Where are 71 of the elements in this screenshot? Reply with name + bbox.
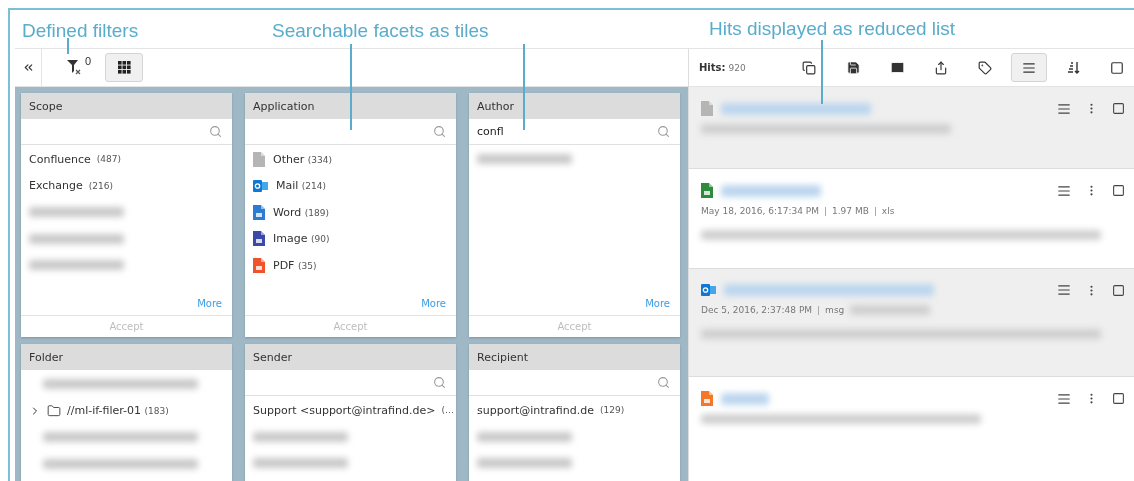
facet-title: Sender <box>245 344 456 370</box>
facet-item[interactable]: Image (90) <box>245 225 456 252</box>
facet-title: Application <box>245 93 456 119</box>
spreadsheet-icon <box>701 183 713 198</box>
facet-label: Image (90) <box>273 232 330 246</box>
annotation-label: Defined filters <box>22 20 139 42</box>
details-icon[interactable] <box>1057 101 1071 116</box>
search-icon <box>433 125 446 138</box>
facet-item[interactable]: //ml-if-filer-01 (183) <box>21 397 232 424</box>
result-meta: May 18, 2016, 6:17:34 PM <box>701 206 819 216</box>
facet-title: Author <box>469 93 680 119</box>
checkbox[interactable] <box>1110 60 1124 75</box>
folder-label: //ml-if-filer-01 (183) <box>67 404 169 418</box>
facet-item[interactable]: PDF (35) <box>245 252 456 279</box>
facet-title: Recipient <box>469 344 680 370</box>
annotation-label: Hits displayed as reduced list <box>709 18 956 40</box>
details-icon[interactable] <box>1057 283 1071 297</box>
list-icon <box>1022 60 1036 75</box>
leader-line <box>821 40 823 104</box>
search-field[interactable]: confl <box>469 119 680 145</box>
facet-item[interactable]: Confluence (487) <box>21 146 232 173</box>
annotation-label: Searchable facets as tiles <box>272 20 489 42</box>
share-icon <box>934 60 948 75</box>
folder-icon <box>47 403 61 418</box>
search-icon <box>433 376 446 389</box>
hits-count: Hits: 920 <box>699 62 747 73</box>
grid-icon <box>117 61 131 74</box>
facet-item[interactable]: Other (334) <box>245 146 456 173</box>
document-icon <box>701 101 713 116</box>
checkbox[interactable] <box>1112 283 1125 297</box>
tile-view-button[interactable] <box>105 53 144 82</box>
sort-icon <box>1066 61 1080 74</box>
facet-item[interactable]: support@intrafind.de (129) <box>469 397 680 424</box>
facet-label: Word (189) <box>273 205 329 219</box>
filter-button[interactable]: 0 <box>60 52 98 83</box>
facet-label: Mail (214) <box>276 179 327 193</box>
facet-item[interactable]: Mail (214) <box>245 172 456 199</box>
presentation-file-icon <box>701 391 713 406</box>
search-icon <box>209 125 222 138</box>
search-icon <box>657 376 670 389</box>
details-icon[interactable] <box>1057 183 1071 198</box>
image-file-icon <box>253 231 265 247</box>
pdf-file-icon <box>253 257 265 273</box>
details-icon[interactable] <box>1057 391 1071 406</box>
mail-app-icon <box>253 178 268 193</box>
checkbox[interactable] <box>1112 184 1125 197</box>
result-meta: msg <box>825 305 845 315</box>
leader-line <box>67 38 69 54</box>
mail-app-icon <box>701 283 716 297</box>
result-meta: xls <box>881 206 895 216</box>
facet-item[interactable]: Word (189) <box>245 199 456 226</box>
result-meta: 1.97 MB <box>832 206 869 216</box>
list-view-button[interactable] <box>1011 53 1047 82</box>
document-icon <box>253 151 265 167</box>
facet-label: Other (334) <box>273 152 332 166</box>
checkbox[interactable] <box>1112 392 1125 405</box>
tag-icon <box>978 60 992 75</box>
word-document-icon <box>253 204 265 220</box>
search-icon <box>657 125 670 138</box>
clear-filter-icon <box>66 58 82 75</box>
facet-item[interactable]: Exchange (216) <box>21 172 232 199</box>
facet-label: PDF (35) <box>273 258 317 272</box>
save-icon <box>845 60 861 75</box>
facet-item[interactable]: Support <support@intrafind.de> (… <box>245 397 456 424</box>
result-item[interactable]: Dec 5, 2016, 2:37:48 PM msg <box>689 269 1134 377</box>
facet-title: Folder <box>21 344 232 370</box>
checkbox[interactable] <box>1112 102 1125 115</box>
blurred-text <box>721 392 769 405</box>
facet-title: Scope <box>21 93 232 119</box>
copy-icon <box>802 60 816 75</box>
result-meta: Dec 5, 2016, 2:37:48 PM <box>701 305 813 315</box>
